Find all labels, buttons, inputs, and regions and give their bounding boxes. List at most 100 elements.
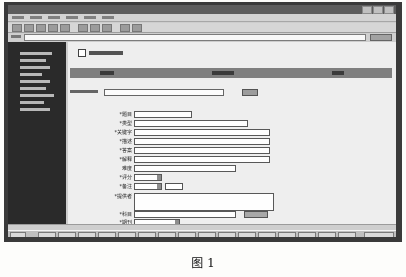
stop-icon[interactable] [36,24,46,32]
page-title-text [89,51,123,55]
form-row: *描述 [68,137,396,145]
menu-item[interactable] [84,16,96,19]
menu-item[interactable] [66,16,78,19]
field-label: *备注 [119,184,132,190]
sidebar-item[interactable] [20,59,46,62]
tab-header[interactable] [332,71,344,75]
taskbar-item[interactable] [138,232,156,237]
browse-button[interactable] [244,211,268,218]
sidebar-item[interactable] [20,87,46,90]
form-row: *评分 [68,173,396,181]
menu-item[interactable] [30,16,42,19]
keyword-input[interactable] [134,129,270,136]
taskbar-item[interactable] [238,232,256,237]
sidebar-item[interactable] [20,108,50,111]
mail-icon[interactable] [120,24,130,32]
note-extra-input[interactable] [165,183,183,190]
tab-strip [70,68,392,78]
browser-toolbar [8,23,396,33]
field-label: *类型 [119,121,132,127]
form-row: *答案 [68,146,396,154]
window-controls [362,6,394,14]
score-select[interactable] [134,174,162,181]
back-icon[interactable] [12,24,22,32]
taskbar-item[interactable] [58,232,76,237]
field-label: *描述 [119,139,132,145]
taskbar-item[interactable] [78,232,96,237]
title-bar [8,5,396,14]
field-label: *提供者 [114,194,132,200]
sidebar-item[interactable] [20,52,52,55]
address-label [11,35,21,38]
menu-item[interactable] [12,16,24,19]
taskbar-item[interactable] [38,232,56,237]
close-icon[interactable] [384,6,394,14]
provider-textarea[interactable] [134,193,274,211]
field-label: 难度 [121,166,132,172]
search-icon[interactable] [78,24,88,32]
type-input[interactable] [134,120,248,127]
tab-header[interactable] [100,71,114,75]
go-button[interactable] [370,34,392,41]
toolbar-input[interactable] [104,89,224,96]
home-icon[interactable] [60,24,70,32]
field-label: *评分 [119,175,132,181]
menu-item[interactable] [48,16,60,19]
taskbar [8,230,396,237]
field-label: *科目 [119,212,132,218]
maximize-icon[interactable] [373,6,383,14]
minimize-icon[interactable] [362,6,372,14]
note-select[interactable] [134,183,162,190]
taskbar-item[interactable] [98,232,116,237]
field-label: *解释 [119,157,132,163]
answer-input[interactable] [134,147,270,154]
sidebar-item[interactable] [20,66,50,69]
sidebar-item[interactable] [20,101,44,104]
taskbar-item[interactable] [278,232,296,237]
description-input[interactable] [134,138,270,145]
form-row: *关键字 [68,128,396,136]
taskbar-item[interactable] [218,232,236,237]
menu-item[interactable] [102,16,114,19]
title-input[interactable] [134,111,192,118]
form-row: *解释 [68,155,396,163]
print-icon[interactable] [132,24,142,32]
taskbar-item[interactable] [298,232,316,237]
address-bar [8,33,396,41]
taskbar-item[interactable] [178,232,196,237]
history-icon[interactable] [102,24,112,32]
browser-screen: *题目 *类型 *关键字 *描述 *答案 *解释 难度 *评分 *备注 *提供者… [8,5,396,237]
favorites-icon[interactable] [90,24,100,32]
taskbar-item[interactable] [318,232,336,237]
navigation-sidebar [8,42,66,224]
sidebar-item[interactable] [20,94,54,97]
taskbar-item[interactable] [118,232,136,237]
tab-header[interactable] [212,71,234,75]
taskbar-item[interactable] [198,232,216,237]
form-row: *题目 [68,110,396,118]
refresh-icon[interactable] [48,24,58,32]
field-label: *题目 [119,112,132,118]
page-title [78,49,123,57]
toolbar-row [70,89,258,96]
toolbar-label [70,90,98,93]
subject-input[interactable] [134,211,236,218]
toolbar-button[interactable] [242,89,258,96]
explanation-input[interactable] [134,156,270,163]
form-row: *提供者 [68,192,396,211]
difficulty-input[interactable] [134,165,236,172]
start-button[interactable] [10,232,26,237]
title-icon [78,49,86,57]
address-input[interactable] [24,34,366,41]
forward-icon[interactable] [24,24,34,32]
figure-caption: 图 1 [191,256,215,270]
main-content: *题目 *类型 *关键字 *描述 *答案 *解释 难度 *评分 *备注 *提供者… [68,42,396,226]
form-row: 难度 [68,164,396,172]
sidebar-item[interactable] [20,80,50,83]
taskbar-item[interactable] [158,232,176,237]
sidebar-item[interactable] [20,73,42,76]
field-label: *关键字 [114,130,132,136]
taskbar-item[interactable] [338,232,356,237]
taskbar-item[interactable] [258,232,276,237]
system-tray [364,232,394,237]
